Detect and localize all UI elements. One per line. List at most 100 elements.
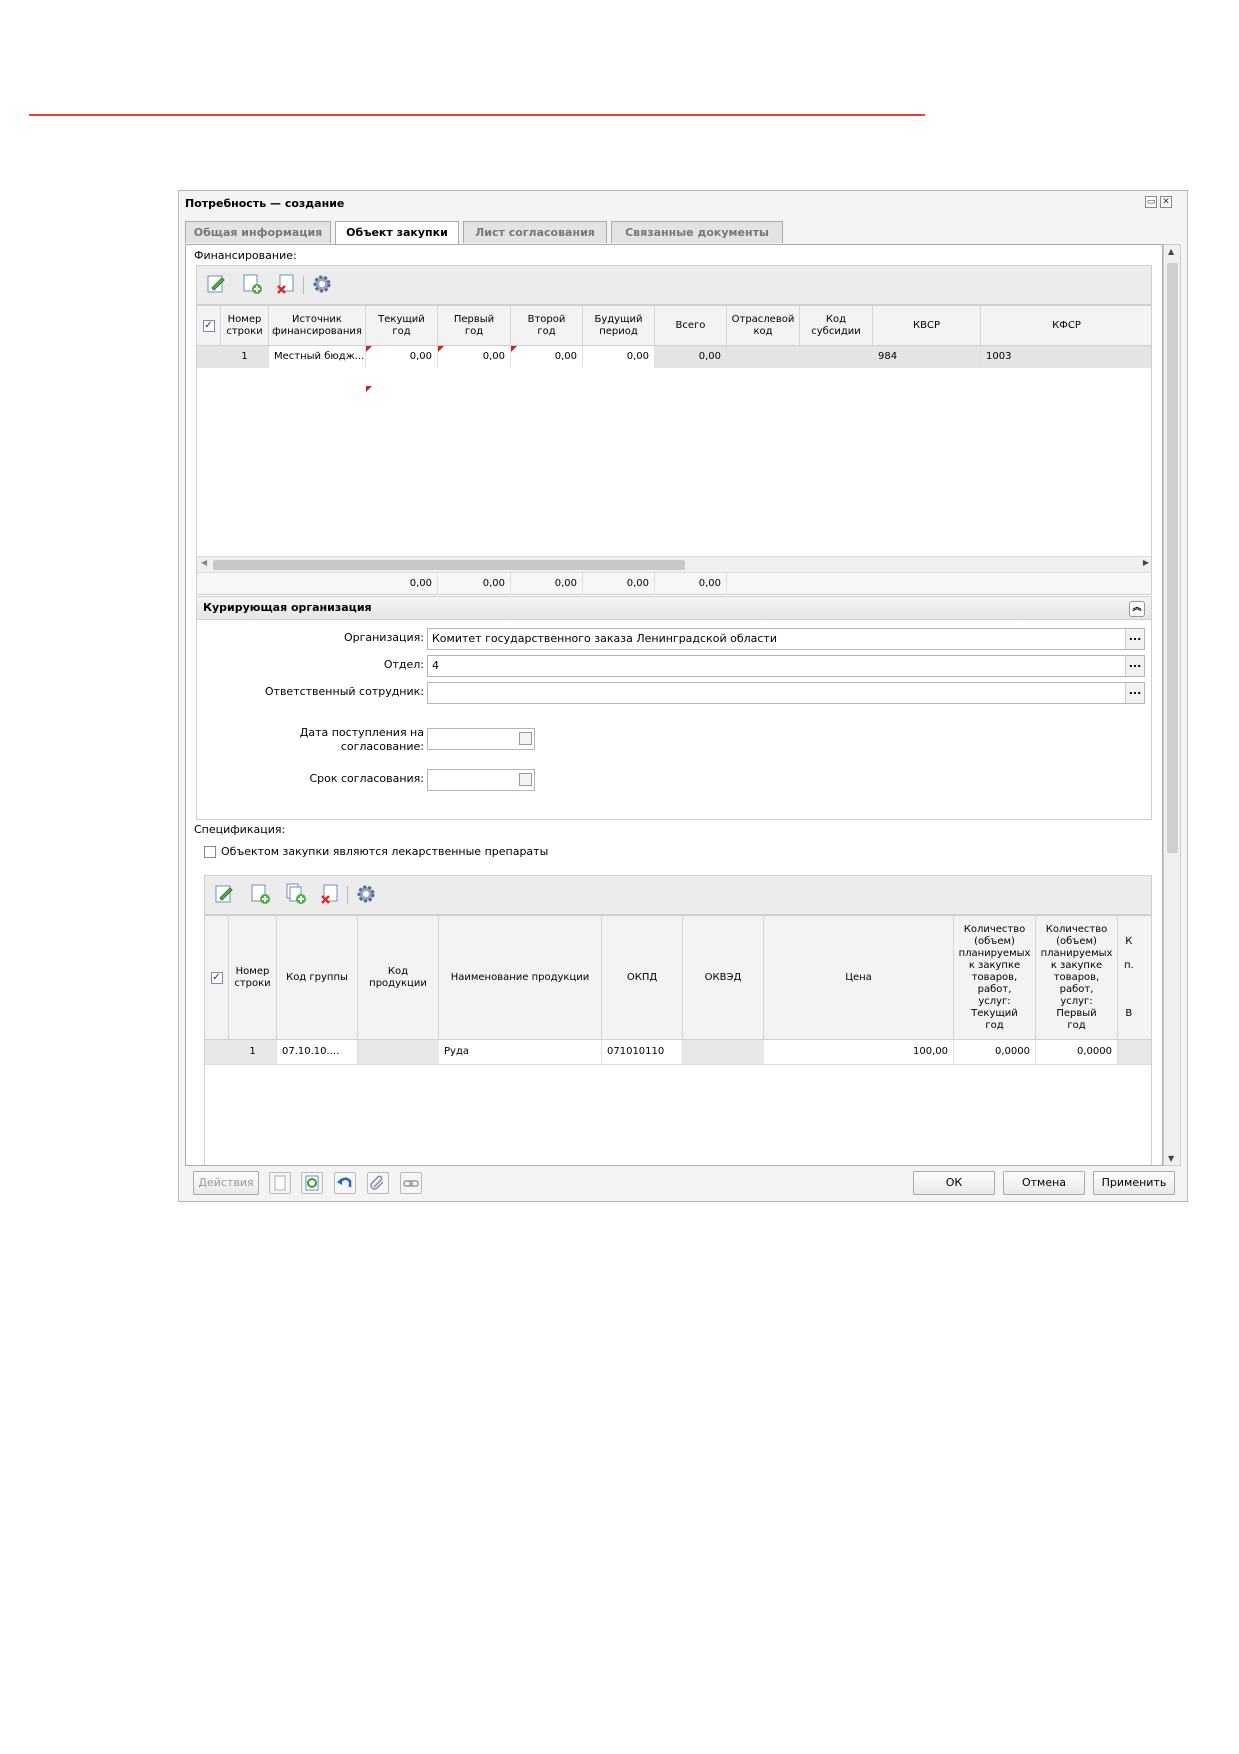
financing-label: Финансирование:: [194, 249, 297, 262]
undo-icon[interactable]: [334, 1172, 356, 1194]
col-price[interactable]: Цена: [764, 916, 954, 1040]
totals-row: 0,00 0,00 0,00 0,00 0,00: [197, 572, 1151, 594]
browse-button[interactable]: ...: [1125, 629, 1144, 649]
kvsr-cell[interactable]: 984: [873, 346, 981, 368]
col-qty-current-year[interactable]: Количество (объем) планируемых к закупке…: [954, 916, 1036, 1040]
document-icon[interactable]: [269, 1172, 291, 1194]
source-cell[interactable]: Местный бюдж...: [269, 346, 366, 368]
refresh-icon[interactable]: [301, 1172, 323, 1194]
financing-toolbar: [196, 265, 1152, 305]
edit-icon[interactable]: [205, 273, 227, 295]
future-period-cell[interactable]: 0,00: [583, 346, 655, 368]
select-all-checkbox[interactable]: ✓: [202, 319, 215, 332]
edit-icon[interactable]: [213, 883, 235, 905]
add-icon[interactable]: [241, 273, 263, 295]
price-cell[interactable]: 100,00: [764, 1040, 954, 1064]
dialog-window: Потребность — создание ▭ ✕ Общая информа…: [178, 190, 1188, 1202]
scrollbar-thumb[interactable]: [1167, 263, 1178, 853]
settings-gear-icon[interactable]: [311, 273, 333, 295]
approval-term-field[interactable]: [427, 769, 535, 791]
organization-value: Комитет государственного заказа Ленингра…: [432, 632, 777, 645]
row-number: 1: [221, 346, 269, 368]
delete-icon[interactable]: [319, 883, 341, 905]
qty-current-cell[interactable]: 0,0000: [954, 1040, 1036, 1064]
col-okpd[interactable]: ОКПД: [602, 916, 683, 1040]
okpd-cell[interactable]: 071010110: [602, 1040, 683, 1064]
curator-section-title: Курирующая организация: [203, 601, 372, 614]
department-value: 4: [432, 659, 439, 672]
qty-first-cell[interactable]: 0,0000: [1036, 1040, 1118, 1064]
curator-section-header: Курирующая организация ︽: [196, 596, 1152, 620]
employee-field[interactable]: ...: [427, 682, 1145, 704]
select-all-checkbox[interactable]: ✓: [210, 971, 223, 984]
select-all-header: ✓: [205, 916, 229, 1040]
link-icon[interactable]: [400, 1172, 422, 1194]
current-year-cell[interactable]: 0,00: [366, 346, 438, 368]
spec-toolbar: [204, 875, 1152, 915]
col-product-name[interactable]: Наименование продукции: [439, 916, 602, 1040]
attach-icon[interactable]: [367, 1172, 389, 1194]
browse-button[interactable]: ...: [1125, 683, 1144, 703]
col-qty-first-year[interactable]: Количество (объем) планируемых к закупке…: [1036, 916, 1118, 1040]
table-row[interactable]: ✓ 1 Местный бюдж... 0,00 0,00 0,00 0,00 …: [197, 346, 1151, 392]
settings-gear-icon[interactable]: [355, 883, 377, 905]
department-field[interactable]: 4...: [427, 655, 1145, 677]
scroll-down-icon[interactable]: ▼: [1168, 1154, 1174, 1163]
col-industry-code[interactable]: Отраслевой код: [727, 306, 800, 346]
col-kfsr[interactable]: КФСР: [981, 306, 1151, 346]
row-number: 1: [229, 1040, 277, 1064]
organization-field[interactable]: Комитет государственного заказа Ленингра…: [427, 628, 1145, 650]
browse-button[interactable]: ...: [1125, 656, 1144, 676]
employee-label: Ответственный сотрудник:: [264, 685, 424, 698]
col-current-year[interactable]: Текущий год: [366, 306, 438, 346]
vertical-scrollbar[interactable]: ▲ ▼: [1163, 244, 1181, 1166]
medicine-checkbox-label: Объектом закупки являются лекарственные …: [221, 845, 549, 858]
col-product-code[interactable]: Код продукции: [358, 916, 439, 1040]
total-cell: 0,00: [655, 346, 727, 368]
tab-procurement-object[interactable]: Объект закупки: [335, 221, 459, 245]
scrollbar-thumb[interactable]: [213, 560, 685, 570]
col-second-year[interactable]: Второй год: [511, 306, 583, 346]
ok-button[interactable]: ОК: [913, 1171, 995, 1195]
col-first-year[interactable]: Первый год: [438, 306, 511, 346]
col-future-period[interactable]: Будущий период: [583, 306, 655, 346]
copy-add-icon[interactable]: [285, 883, 307, 905]
tab-related-documents[interactable]: Связанные документы: [611, 221, 783, 243]
tab-general[interactable]: Общая информация: [185, 221, 331, 243]
department-label: Отдел:: [383, 658, 424, 671]
receipt-date-field[interactable]: [427, 728, 535, 750]
col-row-number[interactable]: Номер строки: [221, 306, 269, 346]
required-marker: [511, 346, 517, 352]
financing-grid: ✓ Номер строки Источник финансирования Т…: [196, 305, 1152, 595]
col-okved[interactable]: ОКВЭД: [683, 916, 764, 1040]
calendar-icon[interactable]: [519, 773, 532, 786]
col-total[interactable]: Всего: [655, 306, 727, 346]
cancel-button[interactable]: Отмена: [1003, 1171, 1085, 1195]
specification-label: Спецификация:: [194, 823, 286, 836]
col-group-code[interactable]: Код группы: [277, 916, 358, 1040]
col-row-number[interactable]: Номер строки: [229, 916, 277, 1040]
scroll-up-icon[interactable]: ▲: [1168, 247, 1174, 256]
table-row[interactable]: ✓ 1 07.10.10.... Руда 071010110 100,00 0…: [205, 1040, 1151, 1065]
product-name-cell[interactable]: Руда: [439, 1040, 602, 1064]
collapse-icon[interactable]: ︽: [1129, 601, 1145, 617]
kfsr-cell[interactable]: 1003: [981, 346, 1151, 368]
actions-button[interactable]: Действия: [193, 1171, 259, 1195]
first-year-cell[interactable]: 0,00: [438, 346, 511, 368]
maximize-icon[interactable]: ▭: [1145, 196, 1157, 208]
col-qty-second-year[interactable]: К п. В: [1118, 916, 1151, 1040]
tab-content: Финансирование: ✓ Номер строки Источник …: [185, 244, 1163, 1166]
col-subsidy-code[interactable]: Код субсидии: [800, 306, 873, 346]
delete-icon[interactable]: [275, 273, 297, 295]
add-icon[interactable]: [249, 883, 271, 905]
calendar-icon[interactable]: [519, 732, 532, 745]
close-icon[interactable]: ✕: [1160, 196, 1172, 208]
col-source[interactable]: Источник финансирования: [269, 306, 366, 346]
group-code-cell[interactable]: 07.10.10....: [277, 1040, 358, 1064]
tab-approval-sheet[interactable]: Лист согласования: [463, 221, 607, 243]
medicine-checkbox[interactable]: [204, 846, 216, 858]
col-kvsr[interactable]: КВСР: [873, 306, 981, 346]
second-year-cell[interactable]: 0,00: [511, 346, 583, 368]
apply-button[interactable]: Применить: [1093, 1171, 1175, 1195]
horizontal-scrollbar[interactable]: ◀ ▶: [197, 556, 1151, 572]
